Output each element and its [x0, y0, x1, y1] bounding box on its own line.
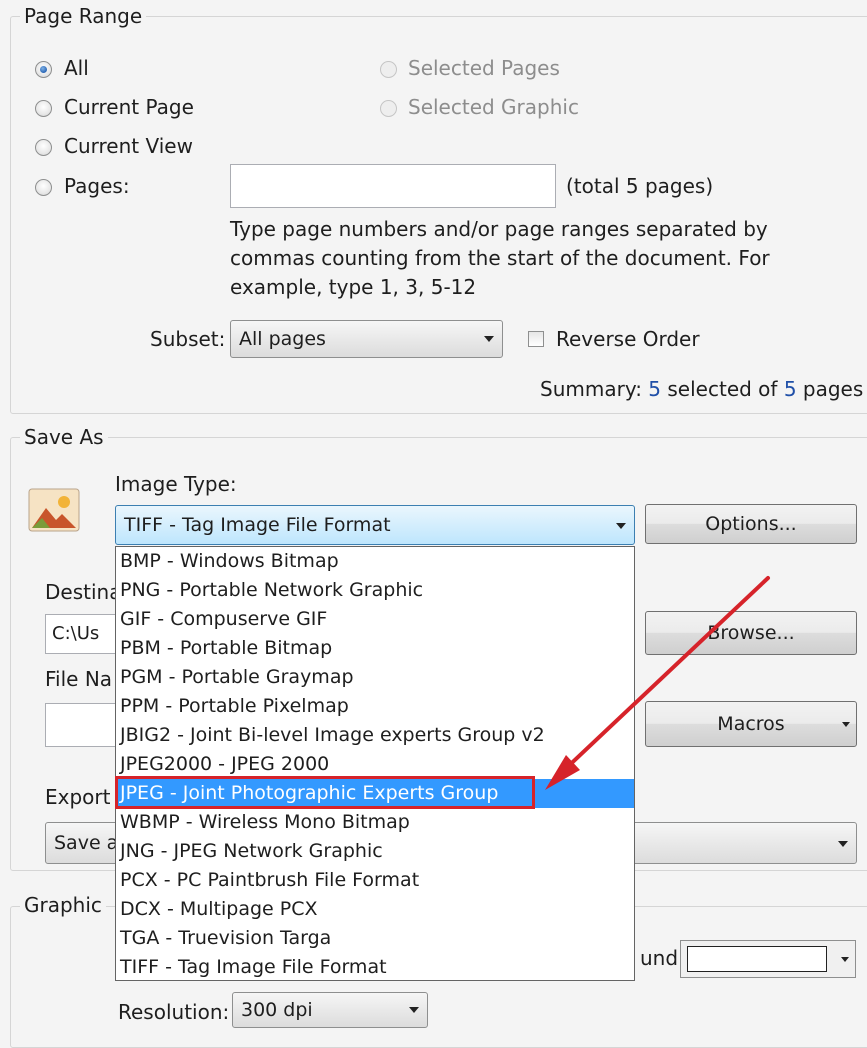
- red-arrow-icon: [545, 576, 770, 790]
